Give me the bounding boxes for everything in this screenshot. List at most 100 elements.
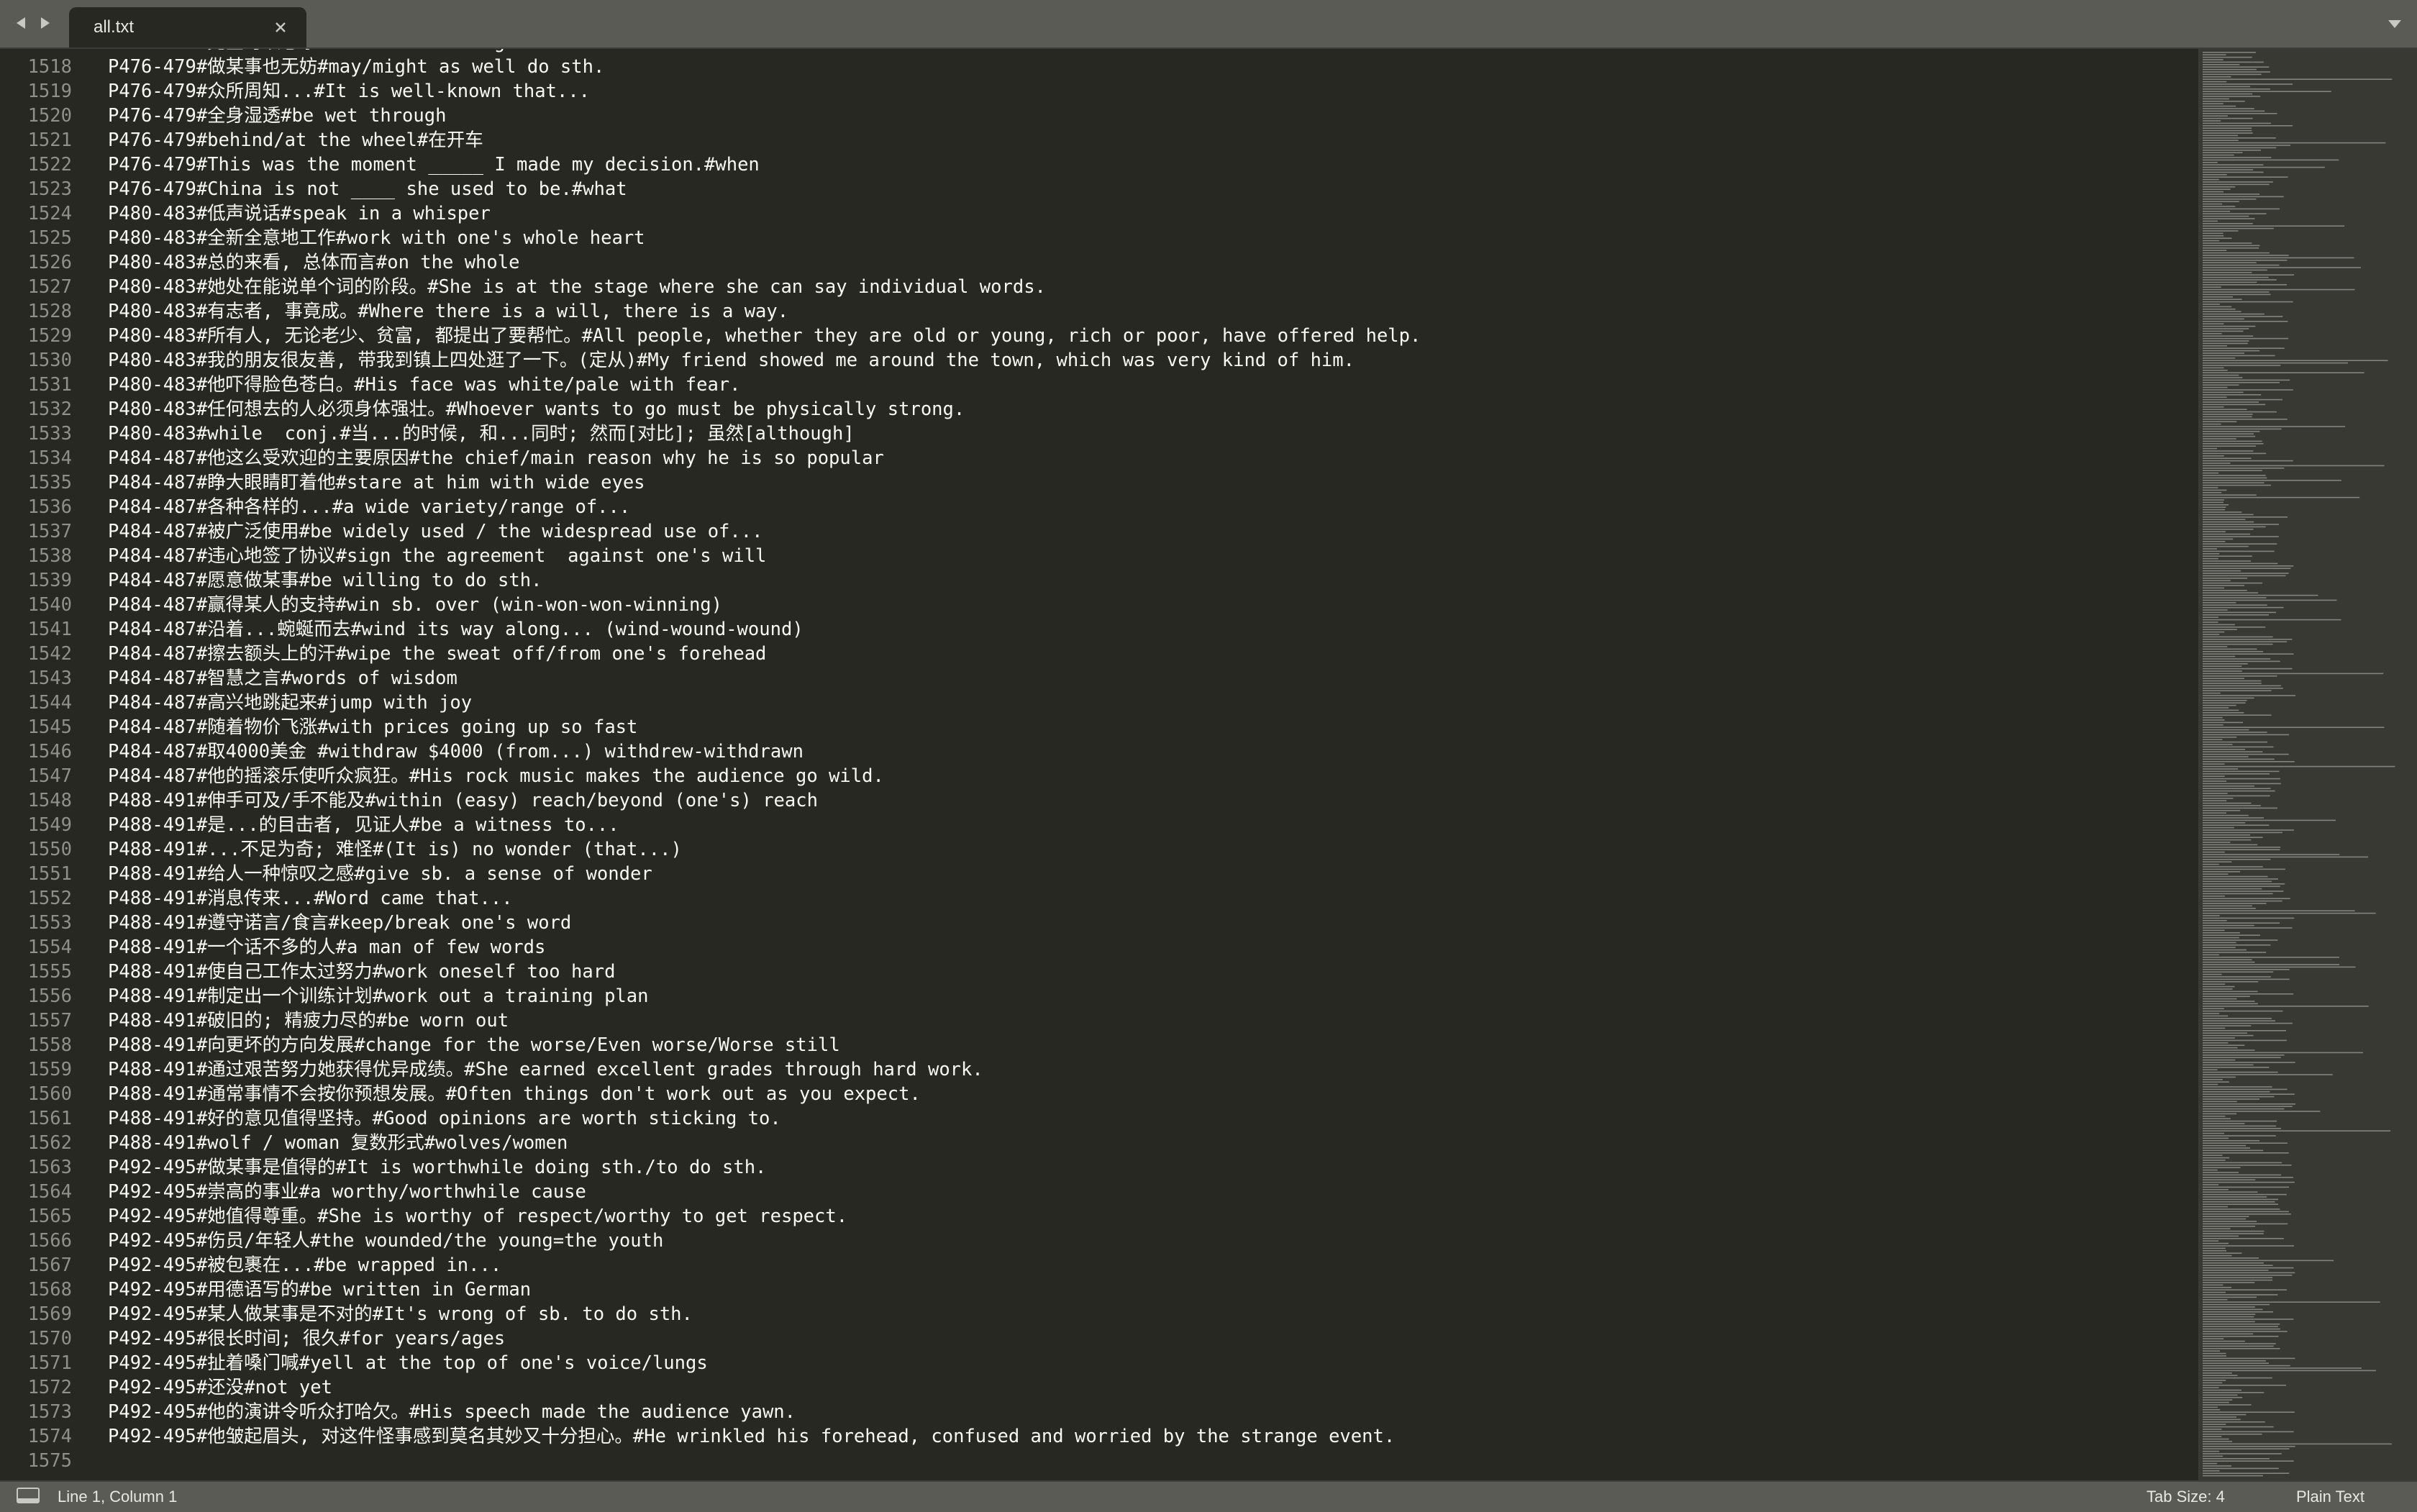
- editor-line[interactable]: 1554 P488-491#一个话不多的人#a man of few words: [0, 935, 2198, 960]
- editor-line[interactable]: 1572 P492-495#还没#not yet: [0, 1375, 2198, 1400]
- line-text: P488-491#好的意见值得坚持。#Good opinions are wor…: [108, 1108, 781, 1129]
- editor-line[interactable]: 1549 P488-491#是...的目击者, 见证人#be a witness …: [0, 813, 2198, 837]
- close-tab-icon[interactable]: [270, 17, 291, 37]
- prev-tab-icon[interactable]: [13, 10, 29, 36]
- editor-line[interactable]: 1526 P480-483#总的来看, 总体而言#on the whole: [0, 250, 2198, 275]
- editor-line[interactable]: 1567 P492-495#被包裹在...#be wrapped in...: [0, 1253, 2198, 1278]
- tab-menu-chevron-down-icon[interactable]: [2384, 13, 2405, 35]
- editor-line[interactable]: 1522 P476-479#This was the moment _____ I…: [0, 152, 2198, 177]
- editor-line[interactable]: 1517 P476-479#完全可以想象...#can well imagine.…: [0, 49, 2198, 55]
- editor-line[interactable]: 1560 P488-491#通常事情不会按你预想发展。#Often things …: [0, 1082, 2198, 1106]
- editor-line[interactable]: 1533 P480-483#while conj.#当...的时候, 和...同时…: [0, 422, 2198, 446]
- editor-line[interactable]: 1544 P484-487#高兴地跳起来#jump with joy: [0, 691, 2198, 715]
- editor-line[interactable]: 1565 P492-495#她值得尊重。#She is worthy of res…: [0, 1204, 2198, 1229]
- editor-line[interactable]: 1540 P484-487#赢得某人的支持#win sb. over (win-w…: [0, 593, 2198, 617]
- editor-line[interactable]: 1528 P480-483#有志者, 事竟成。#Where there is a …: [0, 299, 2198, 324]
- text-editor[interactable]: 1517 P476-479#完全可以想象...#can well imagine.…: [0, 49, 2198, 1480]
- editor-line[interactable]: 1563 P492-495#做某事是值得的#It is worthwhile do…: [0, 1155, 2198, 1180]
- line-text: P488-491#伸手可及/手不能及#within (easy) reach/b…: [108, 790, 818, 811]
- editor-line[interactable]: 1521 P476-479#behind/at the wheel#在开车: [0, 128, 2198, 152]
- editor-line[interactable]: 1546 P484-487#取4000美金 #withdraw $4000 (fr…: [0, 739, 2198, 764]
- line-text: P488-491#通常事情不会按你预想发展。#Often things don'…: [108, 1083, 921, 1105]
- line-text: P480-483#全新全意地工作#work with one's whole h…: [108, 227, 645, 249]
- editor-line[interactable]: 1547 P484-487#他的摇滚乐使听众疯狂。#His rock music …: [0, 764, 2198, 788]
- editor-line[interactable]: 1539 P484-487#愿意做某事#be willing to do sth.: [0, 568, 2198, 593]
- editor-line[interactable]: 1520 P476-479#全身湿透#be wet through: [0, 104, 2198, 128]
- editor-line[interactable]: 1551 P488-491#给人一种惊叹之感#give sb. a sense o…: [0, 862, 2198, 886]
- editor-line[interactable]: 1543 P484-487#智慧之言#words of wisdom: [0, 666, 2198, 691]
- next-tab-icon[interactable]: [37, 10, 53, 36]
- editor-line[interactable]: 1523 P476-479#China is not ____ she used …: [0, 177, 2198, 201]
- editor-line[interactable]: 1553 P488-491#遵守诺言/食言#keep/break one's wo…: [0, 911, 2198, 935]
- line-number: 1528: [27, 301, 72, 322]
- editor-line[interactable]: 1559 P488-491#通过艰苦努力她获得优异成绩。#She earned e…: [0, 1057, 2198, 1082]
- editor-line[interactable]: 1542 P484-487#擦去额头上的汗#wipe the sweat off/…: [0, 642, 2198, 666]
- editor-line[interactable]: 1564 P492-495#崇高的事业#a worthy/worthwhile c…: [0, 1180, 2198, 1204]
- tab-all-txt[interactable]: all.txt: [69, 7, 306, 47]
- editor-line[interactable]: 1534 P484-487#他这么受欢迎的主要原因#the chief/main …: [0, 446, 2198, 470]
- editor-line[interactable]: 1541 P484-487#沿着...蜿蜒而去#wind its way alon…: [0, 617, 2198, 642]
- line-number: 1540: [27, 594, 72, 616]
- line-text: P480-483#所有人, 无论老少、贫富, 都提出了要帮忙。#All peop…: [108, 325, 1421, 347]
- editor-line[interactable]: 1532 P480-483#任何想去的人必须身体强壮。#Whoever wants…: [0, 397, 2198, 422]
- editor-line[interactable]: 1569 P492-495#某人做某事是不对的#It's wrong of sb.…: [0, 1302, 2198, 1326]
- line-number: 1546: [27, 741, 72, 762]
- line-number: 1544: [27, 692, 72, 714]
- line-number: 1524: [27, 203, 72, 224]
- tab-size-selector[interactable]: Tab Size: 4: [2147, 1488, 2225, 1506]
- editor-line[interactable]: 1552 P488-491#消息传来...#Word came that...: [0, 886, 2198, 911]
- editor-line[interactable]: 1556 P488-491#制定出一个训练计划#work out a traini…: [0, 984, 2198, 1008]
- line-text: P484-487#智慧之言#words of wisdom: [108, 668, 458, 689]
- editor-line[interactable]: 1568 P492-495#用德语写的#be written in German: [0, 1278, 2198, 1302]
- line-text: P492-495#用德语写的#be written in German: [108, 1279, 532, 1301]
- line-number: 1572: [27, 1377, 72, 1398]
- editor-line[interactable]: 1525 P480-483#全新全意地工作#work with one's who…: [0, 226, 2198, 250]
- line-number: 1541: [27, 619, 72, 640]
- editor-line[interactable]: 1519 P476-479#众所周知...#It is well-known th…: [0, 79, 2198, 104]
- editor-line[interactable]: 1529 P480-483#所有人, 无论老少、贫富, 都提出了要帮忙。#All …: [0, 324, 2198, 348]
- editor-line[interactable]: 1558 P488-491#向更坏的方向发展#change for the wor…: [0, 1033, 2198, 1057]
- editor-line[interactable]: 1570 P492-495#很长时间; 很久#for years/ages: [0, 1326, 2198, 1351]
- editor-line[interactable]: 1562 P488-491#wolf / woman 复数形式#wolves/wo…: [0, 1131, 2198, 1155]
- line-number: 1556: [27, 985, 72, 1007]
- editor-line[interactable]: 1527 P480-483#她处在能说单个词的阶段。#She is at the …: [0, 275, 2198, 299]
- line-text: P480-483#他吓得脸色苍白。#His face was white/pal…: [108, 374, 741, 396]
- line-text: P492-495#她值得尊重。#She is worthy of respect…: [108, 1206, 848, 1227]
- line-number: 1573: [27, 1401, 72, 1423]
- syntax-selector[interactable]: Plain Text: [2296, 1488, 2364, 1506]
- minimap-viewport[interactable]: [2200, 49, 2417, 1480]
- minimap[interactable]: [2198, 49, 2417, 1480]
- line-number: 1549: [27, 814, 72, 836]
- editor-line[interactable]: 1518 P476-479#做某事也无妨#may/might as well do…: [0, 55, 2198, 79]
- tab-bar: all.txt: [0, 0, 2417, 49]
- editor-line[interactable]: 1538 P484-487#违心地签了协议#sign the agreement …: [0, 544, 2198, 568]
- editor-line[interactable]: 1545 P484-487#随着物价飞涨#with prices going up…: [0, 715, 2198, 739]
- editor-line[interactable]: 1530 P480-483#我的朋友很友善, 带我到镇上四处逛了一下。(定从)#M…: [0, 348, 2198, 373]
- line-number: 1551: [27, 863, 72, 885]
- line-number: 1531: [27, 374, 72, 396]
- editor-line[interactable]: 1536 P484-487#各种各样的...#a wide variety/ran…: [0, 495, 2198, 519]
- line-number: 1518: [27, 56, 72, 78]
- line-number: 1561: [27, 1108, 72, 1129]
- editor-line[interactable]: 1555 P488-491#使自己工作太过努力#work oneself too …: [0, 960, 2198, 984]
- editor-line[interactable]: 1574 P492-495#他皱起眉头, 对这件怪事感到莫名其妙又十分担心。#He…: [0, 1424, 2198, 1449]
- editor-line[interactable]: 1575: [0, 1449, 2198, 1473]
- console-toggle-icon[interactable]: [16, 1487, 40, 1506]
- line-text: P484-487#睁大眼睛盯着他#stare at him with wide …: [108, 472, 645, 493]
- editor-line[interactable]: 1571 P492-495#扯着嗓门喊#yell at the top of on…: [0, 1351, 2198, 1375]
- line-text: P492-495#他皱起眉头, 对这件怪事感到莫名其妙又十分担心。#He wri…: [108, 1426, 1396, 1447]
- editor-line[interactable]: 1573 P492-495#他的演讲令听众打哈欠。#His speech made…: [0, 1400, 2198, 1424]
- editor-line[interactable]: 1537 P484-487#被广泛使用#be widely used / the …: [0, 519, 2198, 544]
- line-number: 1539: [27, 570, 72, 591]
- editor-line[interactable]: 1561 P488-491#好的意见值得坚持。#Good opinions are…: [0, 1106, 2198, 1131]
- line-text: P492-495#崇高的事业#a worthy/worthwhile cause: [108, 1181, 586, 1203]
- editor-line[interactable]: 1524 P480-483#低声说话#speak in a whisper: [0, 201, 2198, 226]
- editor-line[interactable]: 1566 P492-495#伤员/年轻人#the wounded/the youn…: [0, 1229, 2198, 1253]
- editor-line[interactable]: 1531 P480-483#他吓得脸色苍白。#His face was white…: [0, 373, 2198, 397]
- line-text: P484-487#各种各样的...#a wide variety/range o…: [108, 496, 631, 518]
- editor-line[interactable]: 1550 P488-491#...不足为奇; 难怪#(It is) no wond…: [0, 837, 2198, 862]
- line-text: P476-479#做某事也无妨#may/might as well do sth…: [108, 56, 605, 78]
- editor-line[interactable]: 1557 P488-491#破旧的; 精疲力尽的#be worn out: [0, 1008, 2198, 1033]
- editor-line[interactable]: 1535 P484-487#睁大眼睛盯着他#stare at him with w…: [0, 470, 2198, 495]
- editor-line[interactable]: 1548 P488-491#伸手可及/手不能及#within (easy) rea…: [0, 788, 2198, 813]
